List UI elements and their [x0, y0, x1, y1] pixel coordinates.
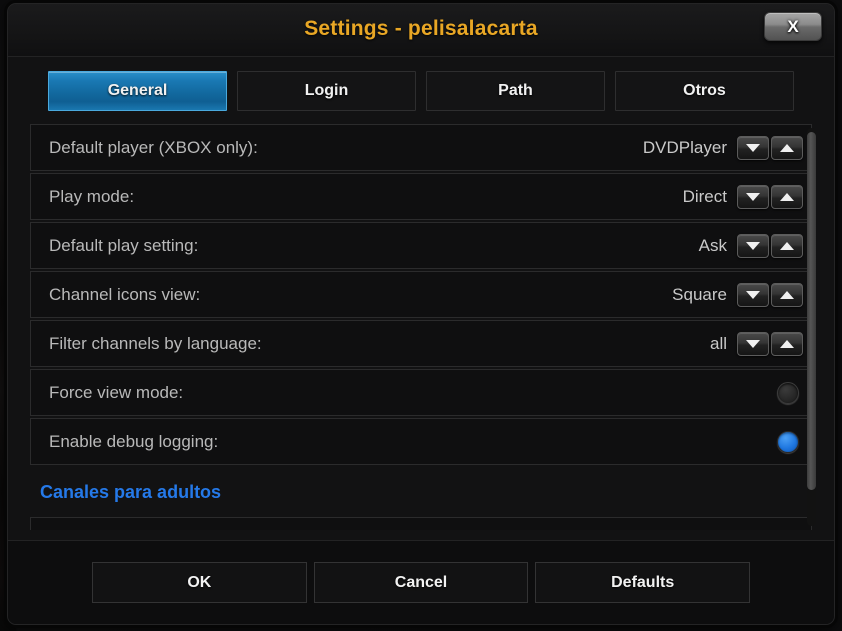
- up-arrow-icon: [780, 241, 794, 250]
- settings-row-label: Default player (XBOX only):: [49, 137, 258, 157]
- up-arrow-icon: [780, 339, 794, 348]
- scrollbar-thumb[interactable]: [807, 132, 816, 490]
- down-arrow-icon: [746, 241, 760, 250]
- settings-row-label: Play mode:: [49, 186, 135, 206]
- close-icon: X: [787, 17, 799, 36]
- tab-login[interactable]: Login: [237, 71, 416, 111]
- spinner-down-button[interactable]: [737, 135, 769, 160]
- ok-button[interactable]: OK: [92, 562, 307, 603]
- spinner-down-button[interactable]: [737, 233, 769, 258]
- settings-row-label: Filter channels by language:: [49, 333, 262, 353]
- toggle-on-icon[interactable]: [777, 430, 799, 453]
- spinner-down-button[interactable]: [737, 331, 769, 356]
- section-header-adult-channels: Canales para adultos: [40, 481, 222, 502]
- spinner-up-button[interactable]: [771, 233, 803, 258]
- settings-list: Default player (XBOX only): DVDPlayer Play…: [22, 124, 820, 530]
- settings-row-label: Enable debug logging:: [49, 431, 219, 451]
- settings-dialog: Settings - pelisalacarta X General Login P…: [7, 3, 835, 625]
- settings-row-control: DVDPlayer: [642, 135, 803, 160]
- settings-row-control: Direct: [682, 184, 803, 209]
- up-arrow-icon: [780, 192, 794, 201]
- settings-row-value: Square: [672, 284, 727, 304]
- spinner-up-button[interactable]: [771, 331, 803, 356]
- settings-row-control: [777, 381, 803, 404]
- settings-row[interactable]: Force view mode:: [30, 369, 812, 416]
- dialog-titlebar: Settings - pelisalacarta X: [8, 4, 834, 57]
- settings-row-label: Default play setting:: [49, 235, 199, 255]
- spinner-control: [737, 184, 803, 209]
- spinner-up-button[interactable]: [771, 282, 803, 307]
- spinner-control: [737, 135, 803, 160]
- scrollbar-track[interactable]: [807, 128, 816, 526]
- spinner-down-button[interactable]: [737, 184, 769, 209]
- settings-row-control: [777, 430, 803, 453]
- settings-row-value: Ask: [698, 235, 727, 255]
- settings-row[interactable]: Default play setting: Ask: [30, 222, 812, 269]
- settings-row-control: Ask: [698, 233, 803, 258]
- settings-scroll-area: Default player (XBOX only): DVDPlayer Play…: [22, 124, 820, 530]
- settings-row-value: DVDPlayer: [642, 137, 727, 157]
- spinner-up-button[interactable]: [771, 135, 803, 160]
- settings-row-control: [777, 529, 803, 530]
- settings-row-control: all: [709, 331, 803, 356]
- cancel-button[interactable]: Cancel: [313, 562, 529, 603]
- settings-row[interactable]: Filter channels by language: all: [30, 320, 812, 367]
- close-button[interactable]: X: [764, 12, 822, 41]
- down-arrow-icon: [746, 192, 760, 201]
- dialog-footer: OK Cancel Defaults: [8, 540, 834, 624]
- spinner-up-button[interactable]: [771, 184, 803, 209]
- screen: Settings - pelisalacarta X General Login P…: [0, 0, 842, 631]
- spinner-control: [737, 233, 803, 258]
- settings-row[interactable]: Channel icons view: Square: [30, 271, 812, 318]
- tab-general[interactable]: General: [48, 71, 227, 111]
- settings-row-label: Force view mode:: [49, 382, 184, 402]
- settings-row[interactable]: Play mode: Direct: [30, 173, 812, 220]
- settings-row[interactable]: Enable adult mode: [30, 517, 812, 530]
- spinner-control: [737, 331, 803, 356]
- settings-row-value: Direct: [682, 186, 727, 206]
- up-arrow-icon: [780, 290, 794, 299]
- down-arrow-icon: [746, 339, 760, 348]
- toggle-off-icon[interactable]: [777, 529, 799, 530]
- down-arrow-icon: [746, 143, 760, 152]
- spinner-control: [737, 282, 803, 307]
- defaults-button[interactable]: Defaults: [535, 562, 751, 603]
- tab-bar: General Login Path Otros: [8, 57, 834, 119]
- spinner-down-button[interactable]: [737, 282, 769, 307]
- toggle-off-icon[interactable]: [777, 381, 799, 404]
- settings-row-label: Channel icons view:: [49, 284, 201, 304]
- tab-otros[interactable]: Otros: [615, 71, 794, 111]
- tab-path[interactable]: Path: [426, 71, 605, 111]
- settings-row[interactable]: Default player (XBOX only): DVDPlayer: [30, 124, 812, 171]
- settings-row[interactable]: Enable debug logging:: [30, 418, 812, 465]
- up-arrow-icon: [780, 143, 794, 152]
- settings-row-control: Square: [672, 282, 803, 307]
- down-arrow-icon: [746, 290, 760, 299]
- dialog-title: Settings - pelisalacarta: [304, 17, 538, 40]
- settings-row-value: all: [709, 333, 727, 353]
